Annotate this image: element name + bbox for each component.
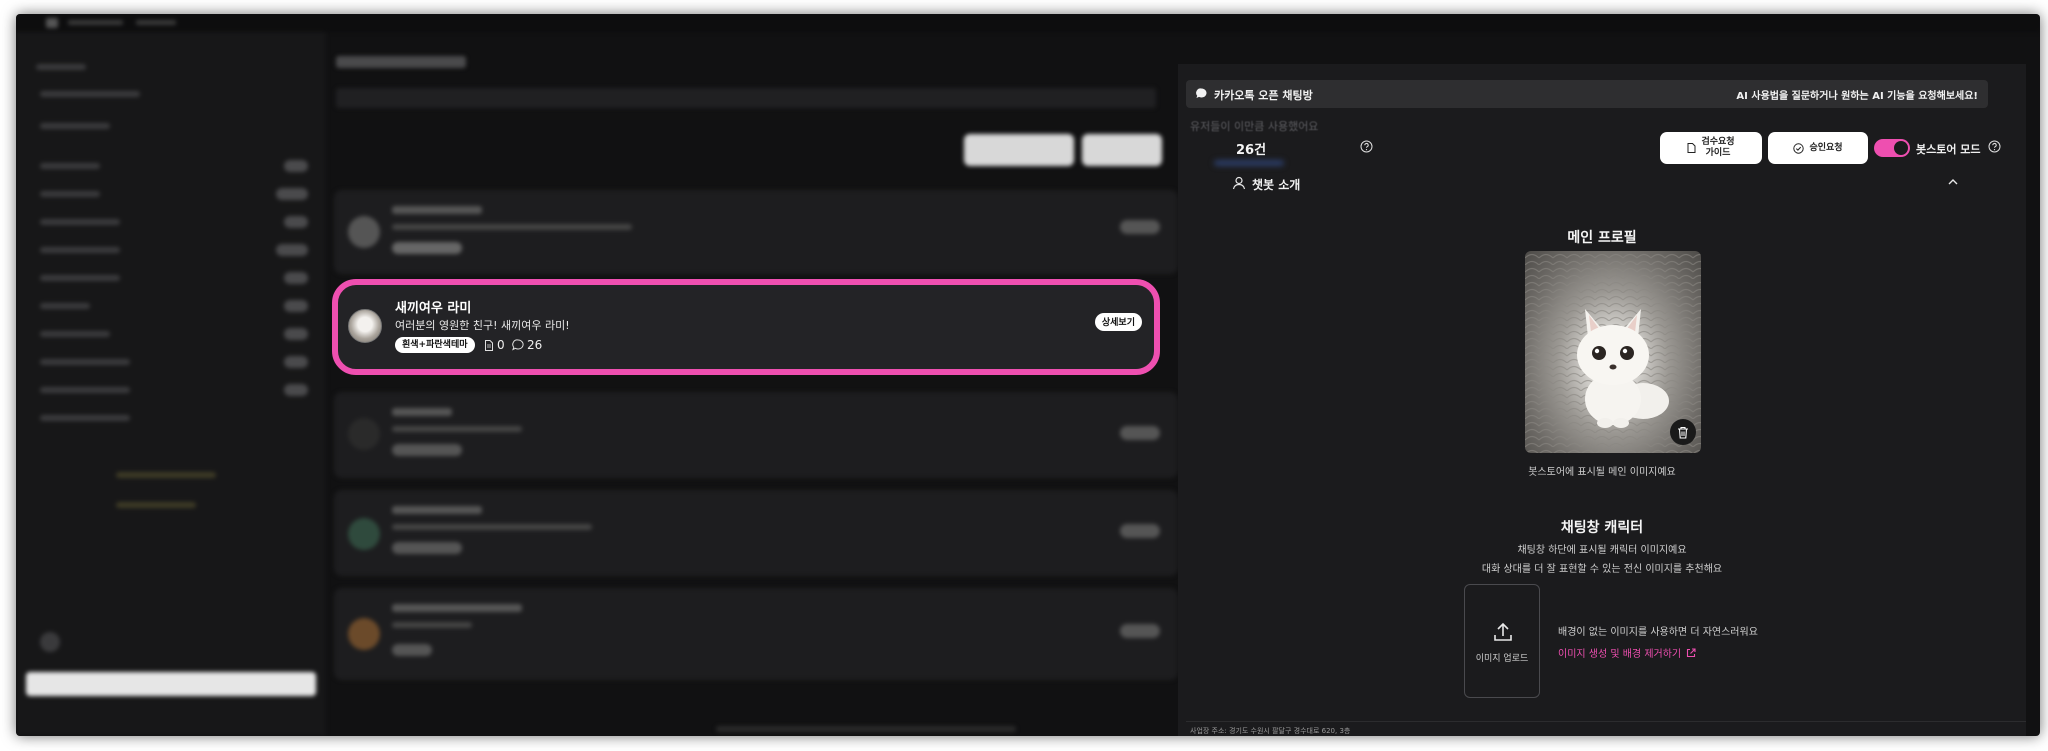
trash-icon [1678,426,1688,439]
document-icon [1687,143,1696,153]
generate-image-link[interactable]: 이미지 생성 및 배경 제거하기 [1558,645,1696,660]
banner-hint: AI 사용법을 질문하거나 원하는 AI 기능을 요청해보세요! [1736,91,1978,102]
approval-request-label: 승인요청 [1809,142,1843,153]
highlighted-chatbot-card[interactable]: 새끼여우 라미 여러분의 영원한 친구! 새끼여우 라미! 흰색+파란색테마 0… [332,279,1160,375]
chat-character-desc-1: 채팅창 하단에 표시될 캐릭터 이미지예요 [1517,545,1687,556]
main-profile-caption: 봇스토어에 표시될 메인 이미지예요 [1528,467,1676,478]
top-bar [16,14,2040,32]
botstore-mode-toggle[interactable] [1874,139,1910,157]
business-address: 사업장 주소: 경기도 수원시 팔달구 경수대로 620, 3층 [1190,727,1351,735]
chatbot-description: 여러분의 영원한 친구! 새끼여우 라미! [395,319,570,332]
image-upload-button[interactable]: 이미지 업로드 [1464,584,1540,698]
main-profile-image[interactable] [1525,251,1701,453]
upload-icon [1494,622,1512,641]
external-link-icon [1687,647,1696,657]
chatbot-name: 새끼여우 라미 [395,301,472,316]
usage-count: 26건 [1236,143,1267,158]
right-panel: 카카오톡 오픈 채팅방 AI 사용법을 질문하거나 원하는 AI 기능을 요청해… [1178,64,2026,736]
chat-bubble-icon [1196,88,1207,98]
comment-stat: 26 [512,338,542,352]
chat-character-title: 채팅창 캐릭터 [1560,520,1644,536]
botstore-mode-label: 봇스토어 모드 [1916,143,1981,156]
chatbot-intro-section[interactable]: 챗봇 소개 [1252,176,1300,193]
doc-count: 0 [497,338,505,352]
usage-label: 유저들이 이만큼 사용했어요 [1190,120,1319,133]
detail-button[interactable]: 상세보기 [1094,313,1142,331]
user-icon [1232,176,1246,190]
chevron-up-icon[interactable] [1948,178,1958,185]
chatbot-avatar [348,309,382,343]
upload-label: 이미지 업로드 [1475,654,1529,664]
sidebar [16,32,326,736]
app-window: 새끼여우 라미 여러분의 영원한 친구! 새끼여우 라미! 흰색+파란색테마 0… [16,14,2040,736]
approval-request-button[interactable]: 승인요청 [1768,132,1868,164]
review-guide-label-2: 가이드 [1705,148,1731,158]
background-tip: 배경이 없는 이미지를 사용하면 더 자연스러워요 [1558,627,1758,638]
app-logo-icon [46,18,58,28]
comment-icon [512,339,524,351]
kakao-openchat-banner[interactable]: 카카오톡 오픈 채팅방 AI 사용법을 질문하거나 원하는 AI 기능을 요청해… [1186,80,1988,108]
document-icon [485,339,493,351]
doc-stat: 0 [484,338,505,352]
review-guide-label-1: 검수요청 [1701,137,1735,147]
help-icon[interactable] [1360,140,1373,153]
check-circle-icon [1793,142,1805,154]
delete-image-button[interactable] [1670,419,1696,445]
chat-character-desc-2: 대화 상대를 더 잘 표현할 수 있는 전신 이미지를 추천해요 [1481,564,1723,575]
help-icon[interactable] [1988,140,2001,153]
main-profile-title: 메인 프로필 [1567,230,1637,246]
generate-image-link-label: 이미지 생성 및 배경 제거하기 [1558,649,1682,660]
theme-tag: 흰색+파란색테마 [395,337,475,353]
banner-title: 카카오톡 오픈 채팅방 [1214,89,1313,102]
review-guide-button[interactable]: 검수요청 가이드 [1660,132,1762,164]
comment-count: 26 [527,338,543,352]
